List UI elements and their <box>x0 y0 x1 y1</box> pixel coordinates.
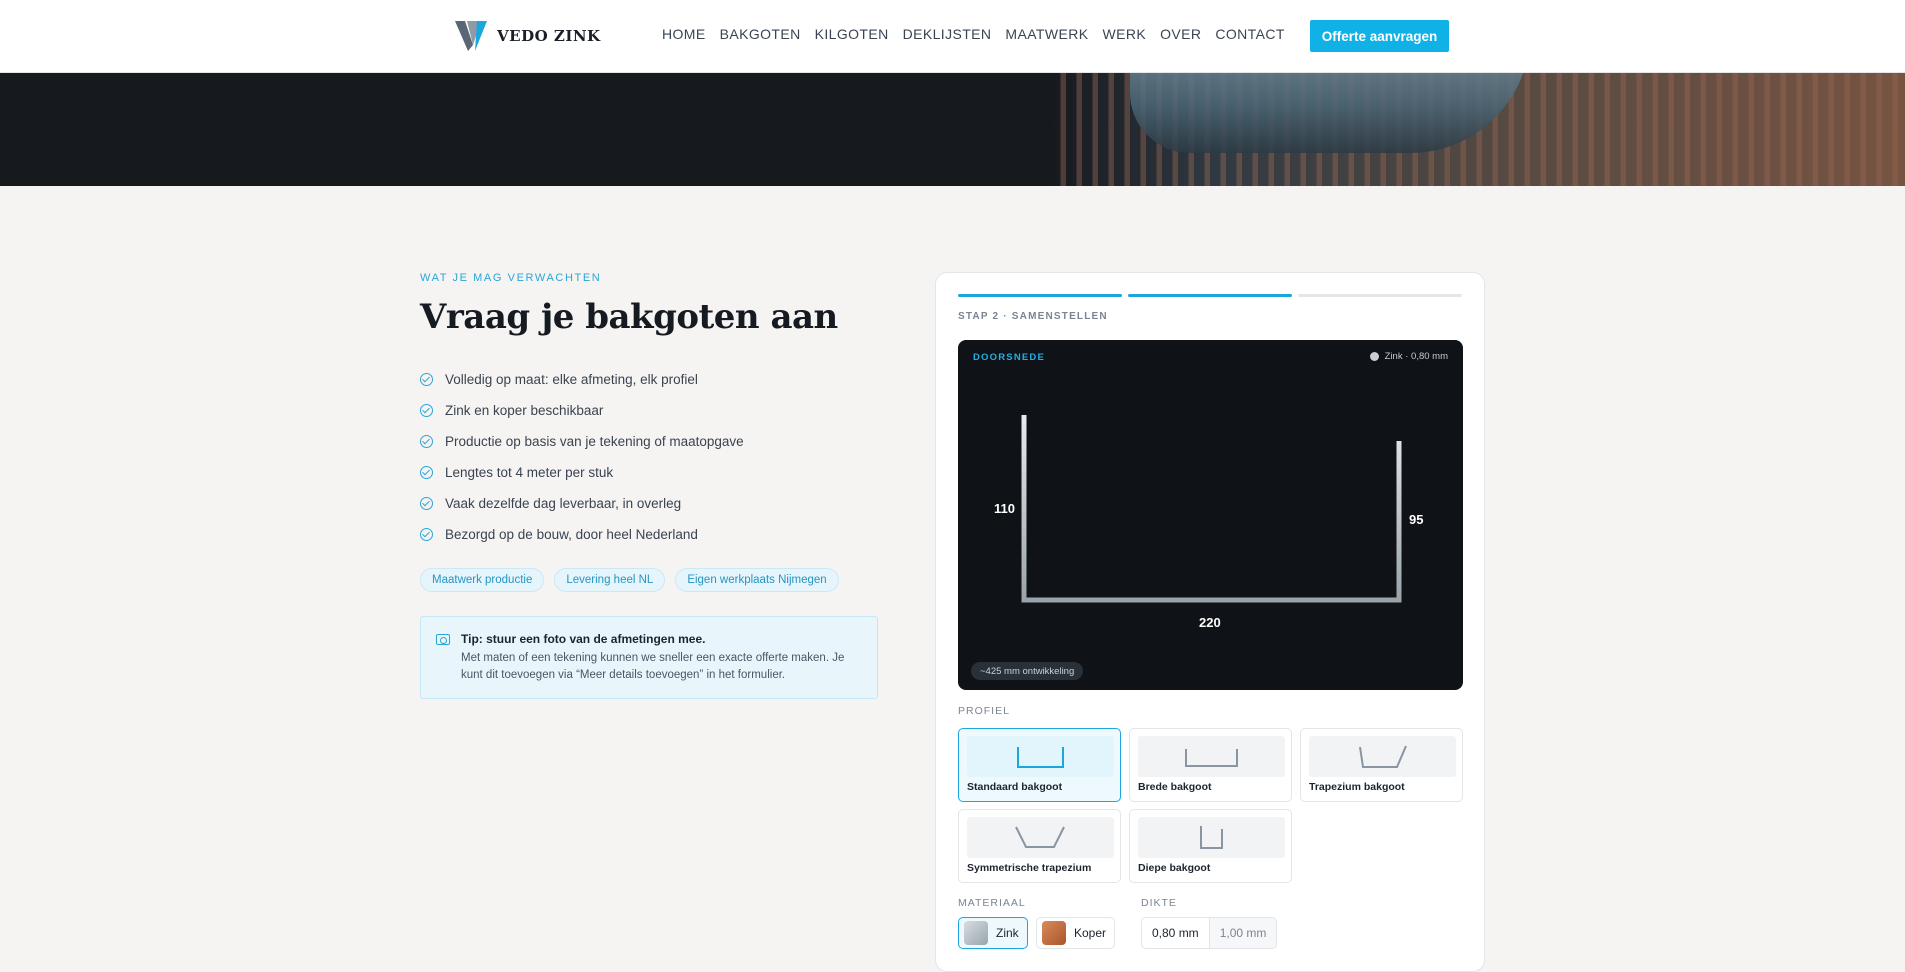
profile-trapezium-bakgoot[interactable]: Trapezium bakgoot <box>1300 728 1463 802</box>
nav-maatwerk[interactable]: MAATWERK <box>1005 26 1088 42</box>
list-item: Bezorgd op de bouw, door heel Nederland <box>420 519 744 550</box>
symmetric-trapezium-icon <box>1015 826 1065 848</box>
brand-name: VEDO ZINK <box>497 27 601 45</box>
thickness-label: DIKTE <box>1141 897 1177 909</box>
profile-thumb <box>967 817 1114 858</box>
gutter-profile-drawing <box>1021 415 1402 603</box>
standard-gutter-icon <box>1017 747 1064 768</box>
hero-banner <box>0 73 1905 186</box>
list-item: Productie op basis van je tekening of ma… <box>420 426 744 457</box>
benefit-text: Lengtes tot 4 meter per stuk <box>445 465 614 480</box>
step-bar-3 <box>1298 294 1462 297</box>
dim-left: 110 <box>994 501 1015 516</box>
profile-thumb <box>1309 736 1456 777</box>
nav-contact[interactable]: CONTACT <box>1215 26 1284 42</box>
list-item: Volledig op maat: elke afmeting, elk pro… <box>420 364 744 395</box>
benefits-list: Volledig op maat: elke afmeting, elk pro… <box>420 364 744 550</box>
material-name: Koper <box>1074 926 1107 940</box>
thickness-option-100[interactable]: 1,00 mm <box>1208 918 1277 948</box>
benefit-text: Productie op basis van je tekening of ma… <box>445 434 744 449</box>
quote-request-button[interactable]: Offerte aanvragen <box>1310 20 1449 52</box>
nav-home[interactable]: HOME <box>662 26 706 42</box>
profile-name: Diepe bakgoot <box>1138 862 1211 874</box>
material-zink-button[interactable]: Zink <box>958 917 1028 949</box>
check-circle-icon <box>420 404 433 417</box>
profile-name: Trapezium bakgoot <box>1309 781 1405 793</box>
profile-standaard-bakgoot[interactable]: Standaard bakgoot <box>958 728 1121 802</box>
copper-swatch-icon <box>1042 921 1066 945</box>
check-circle-icon <box>420 373 433 386</box>
profile-thumb <box>1138 736 1285 777</box>
nav-deklijsten[interactable]: DEKLIJSTEN <box>903 26 992 42</box>
trapezium-gutter-icon <box>1359 745 1407 768</box>
list-item: Zink en koper beschikbaar <box>420 395 744 426</box>
profile-symmetrische-trapezium[interactable]: Symmetrische trapezium <box>958 809 1121 883</box>
vedo-logo-icon <box>455 21 487 51</box>
check-circle-icon <box>420 466 433 479</box>
profile-label: PROFIEL <box>958 705 1010 717</box>
chip-maatwerk: Maatwerk productie <box>420 568 545 592</box>
nav-kilgoten[interactable]: KILGOTEN <box>815 26 889 42</box>
page-title: Vraag je bakgoten aan <box>420 297 838 337</box>
material-name: Zink <box>996 926 1019 940</box>
check-circle-icon <box>420 528 433 541</box>
profile-thumb <box>1138 817 1285 858</box>
main-nav: HOME BAKGOTEN KILGOTEN DEKLIJSTEN MAATWE… <box>662 26 1285 42</box>
profile-name: Brede bakgoot <box>1138 781 1212 793</box>
wide-gutter-icon <box>1185 749 1238 767</box>
step-progress <box>958 294 1462 297</box>
chip-werkplaats: Eigen werkplaats Nijmegen <box>675 568 839 592</box>
step-bar-1 <box>958 294 1122 297</box>
list-item: Vaak dezelfde dag leverbaar, in overleg <box>420 488 744 519</box>
nav-over[interactable]: OVER <box>1160 26 1201 42</box>
tip-body: Met maten of een tekening kunnen we snel… <box>461 652 845 681</box>
cross-section-preview: DOORSNEDE Zink · 0,80 mm 110 95 220 ~425… <box>958 340 1463 690</box>
profile-brede-bakgoot[interactable]: Brede bakgoot <box>1129 728 1292 802</box>
check-circle-icon <box>420 435 433 448</box>
chip-levering: Levering heel NL <box>554 568 666 592</box>
logo[interactable]: VEDO ZINK <box>455 21 601 51</box>
configurator-card: STAP 2 · SAMENSTELLEN DOORSNEDE Zink · 0… <box>935 272 1485 972</box>
material-koper-button[interactable]: Koper <box>1036 917 1116 949</box>
profile-name: Symmetrische trapezium <box>967 862 1092 874</box>
list-item: Lengtes tot 4 meter per stuk <box>420 457 744 488</box>
benefit-text: Vaak dezelfde dag leverbaar, in overleg <box>445 496 682 511</box>
check-circle-icon <box>420 497 433 510</box>
camera-icon <box>436 634 450 645</box>
deep-gutter-icon <box>1200 826 1223 849</box>
step-bar-2 <box>1128 294 1292 297</box>
nav-werk[interactable]: WERK <box>1102 26 1146 42</box>
benefit-text: Bezorgd op de bouw, door heel Nederland <box>445 527 698 542</box>
feature-chips: Maatwerk productie Levering heel NL Eige… <box>420 568 839 592</box>
dim-bottom: 220 <box>1199 615 1221 630</box>
site-header: VEDO ZINK HOME BAKGOTEN KILGOTEN DEKLIJS… <box>0 0 1905 73</box>
benefit-text: Zink en koper beschikbaar <box>445 403 604 418</box>
tip-title: Tip: stuur een foto van de afmetingen me… <box>461 632 706 646</box>
zinc-swatch-icon <box>964 921 988 945</box>
material-label: MATERIAAL <box>958 897 1026 909</box>
step-label: STAP 2 · SAMENSTELLEN <box>958 311 1108 322</box>
profile-diepe-bakgoot[interactable]: Diepe bakgoot <box>1129 809 1292 883</box>
profile-thumb <box>967 736 1114 777</box>
thickness-selector: 0,80 mm 1,00 mm <box>1141 917 1278 949</box>
benefit-text: Volledig op maat: elke afmeting, elk pro… <box>445 372 698 387</box>
development-badge: ~425 mm ontwikkeling <box>971 662 1084 680</box>
tip-box: Tip: stuur een foto van de afmetingen me… <box>420 616 878 699</box>
dim-right: 95 <box>1409 512 1424 527</box>
thickness-option-080[interactable]: 0,80 mm <box>1142 918 1209 948</box>
nav-bakgoten[interactable]: BAKGOTEN <box>720 26 801 42</box>
section-eyebrow: WAT JE MAG VERWACHTEN <box>420 272 602 284</box>
profile-name: Standaard bakgoot <box>967 781 1063 793</box>
